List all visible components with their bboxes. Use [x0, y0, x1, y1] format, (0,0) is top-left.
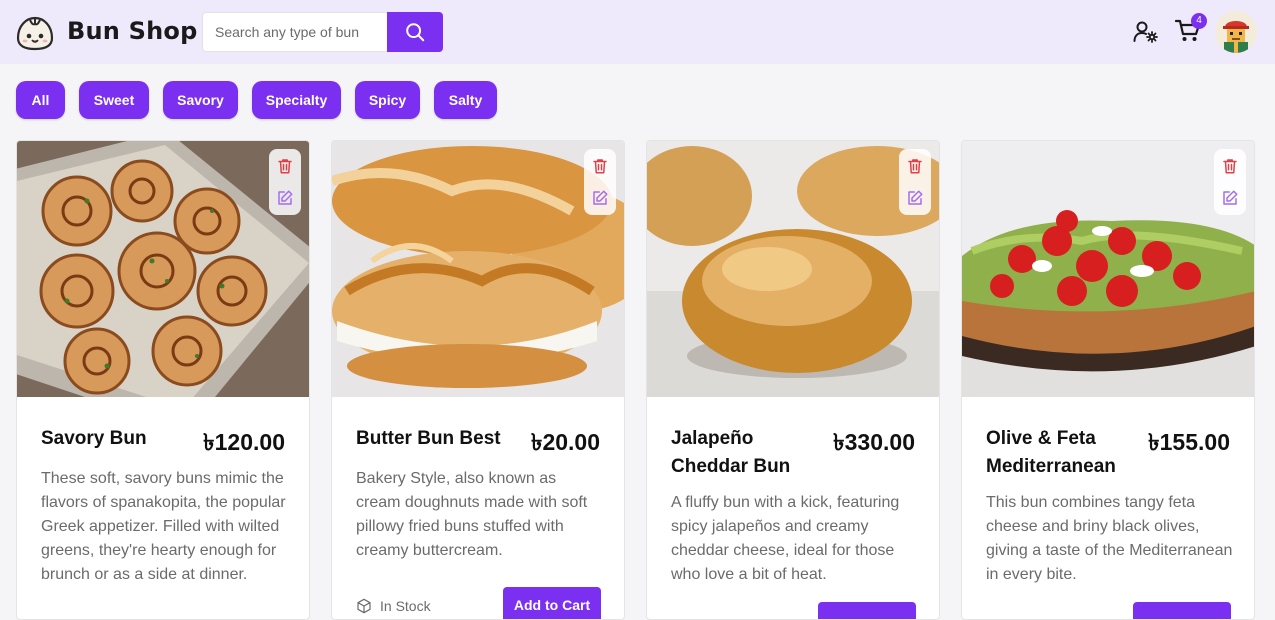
- add-to-cart-button[interactable]: Add to Cart: [503, 587, 601, 619]
- search-icon: [406, 23, 425, 42]
- filter-spicy[interactable]: Spicy: [355, 81, 420, 119]
- top-bar: Bun Shop 4: [0, 0, 1275, 64]
- card-actions: [269, 149, 301, 215]
- filter-salty[interactable]: Salty: [434, 81, 497, 119]
- product-card: Olive & Feta Mediterranean ৳155.00 This …: [961, 140, 1255, 620]
- cart-count-badge: 4: [1191, 13, 1207, 29]
- currency-symbol: ৳: [530, 429, 543, 455]
- product-description: Bakery Style, also known as cream doughn…: [356, 470, 588, 559]
- product-title: Jalapeño Cheddar Bun: [671, 428, 791, 477]
- product-title: Olive & Feta Mediterranean: [986, 428, 1116, 477]
- search-input[interactable]: [202, 12, 388, 52]
- filter-all[interactable]: All: [16, 81, 65, 119]
- product-card: Butter Bun Best ৳20.00 Bakery Style, als…: [331, 140, 625, 620]
- card-actions: [584, 149, 616, 215]
- filter-specialty[interactable]: Specialty: [252, 81, 341, 119]
- product-image: [17, 141, 309, 397]
- filter-sweet[interactable]: Sweet: [79, 81, 149, 119]
- product-image: [647, 141, 939, 397]
- delete-icon[interactable]: [906, 157, 924, 175]
- card-actions: [1214, 149, 1246, 215]
- product-price: ৳20.00: [531, 424, 600, 463]
- product-price: ৳330.00: [833, 424, 915, 463]
- product-title: Butter Bun Best: [356, 428, 501, 449]
- product-price: ৳155.00: [1148, 424, 1230, 463]
- product-description: This bun combines tangy feta cheese and …: [986, 494, 1233, 583]
- user-settings-icon[interactable]: [1133, 20, 1159, 44]
- add-to-cart-button[interactable]: [1133, 602, 1231, 619]
- search-button[interactable]: [387, 12, 443, 52]
- price-value: 155.00: [1159, 429, 1230, 455]
- delete-icon[interactable]: [1221, 157, 1239, 175]
- product-price: ৳120.00: [203, 424, 285, 463]
- delete-icon[interactable]: [591, 157, 609, 175]
- product-image: [962, 141, 1254, 397]
- product-description: A fluffy bun with a kick, featuring spic…: [671, 494, 900, 583]
- edit-icon[interactable]: [591, 189, 609, 207]
- card-actions: [899, 149, 931, 215]
- currency-symbol: ৳: [1148, 429, 1160, 455]
- product-card: Savory Bun ৳120.00 These soft, savory bu…: [16, 140, 310, 620]
- avatar[interactable]: [1215, 11, 1257, 53]
- filter-savory[interactable]: Savory: [163, 81, 238, 119]
- currency-symbol: ৳: [203, 429, 215, 455]
- edit-icon[interactable]: [1221, 189, 1239, 207]
- product-title: Savory Bun: [41, 428, 147, 449]
- price-value: 120.00: [214, 429, 285, 455]
- brand-name[interactable]: Bun Shop: [67, 17, 197, 45]
- price-value: 20.00: [542, 429, 600, 455]
- add-to-cart-button[interactable]: [818, 602, 916, 619]
- delete-icon[interactable]: [276, 157, 294, 175]
- product-description: These soft, savory buns mimic the flavor…: [41, 470, 286, 583]
- price-value: 330.00: [844, 429, 915, 455]
- currency-symbol: ৳: [833, 429, 845, 455]
- edit-icon[interactable]: [276, 189, 294, 207]
- product-card: Jalapeño Cheddar Bun ৳330.00 A fluffy bu…: [646, 140, 940, 620]
- product-image: [332, 141, 624, 397]
- bun-logo-icon[interactable]: [14, 12, 56, 52]
- edit-icon[interactable]: [906, 189, 924, 207]
